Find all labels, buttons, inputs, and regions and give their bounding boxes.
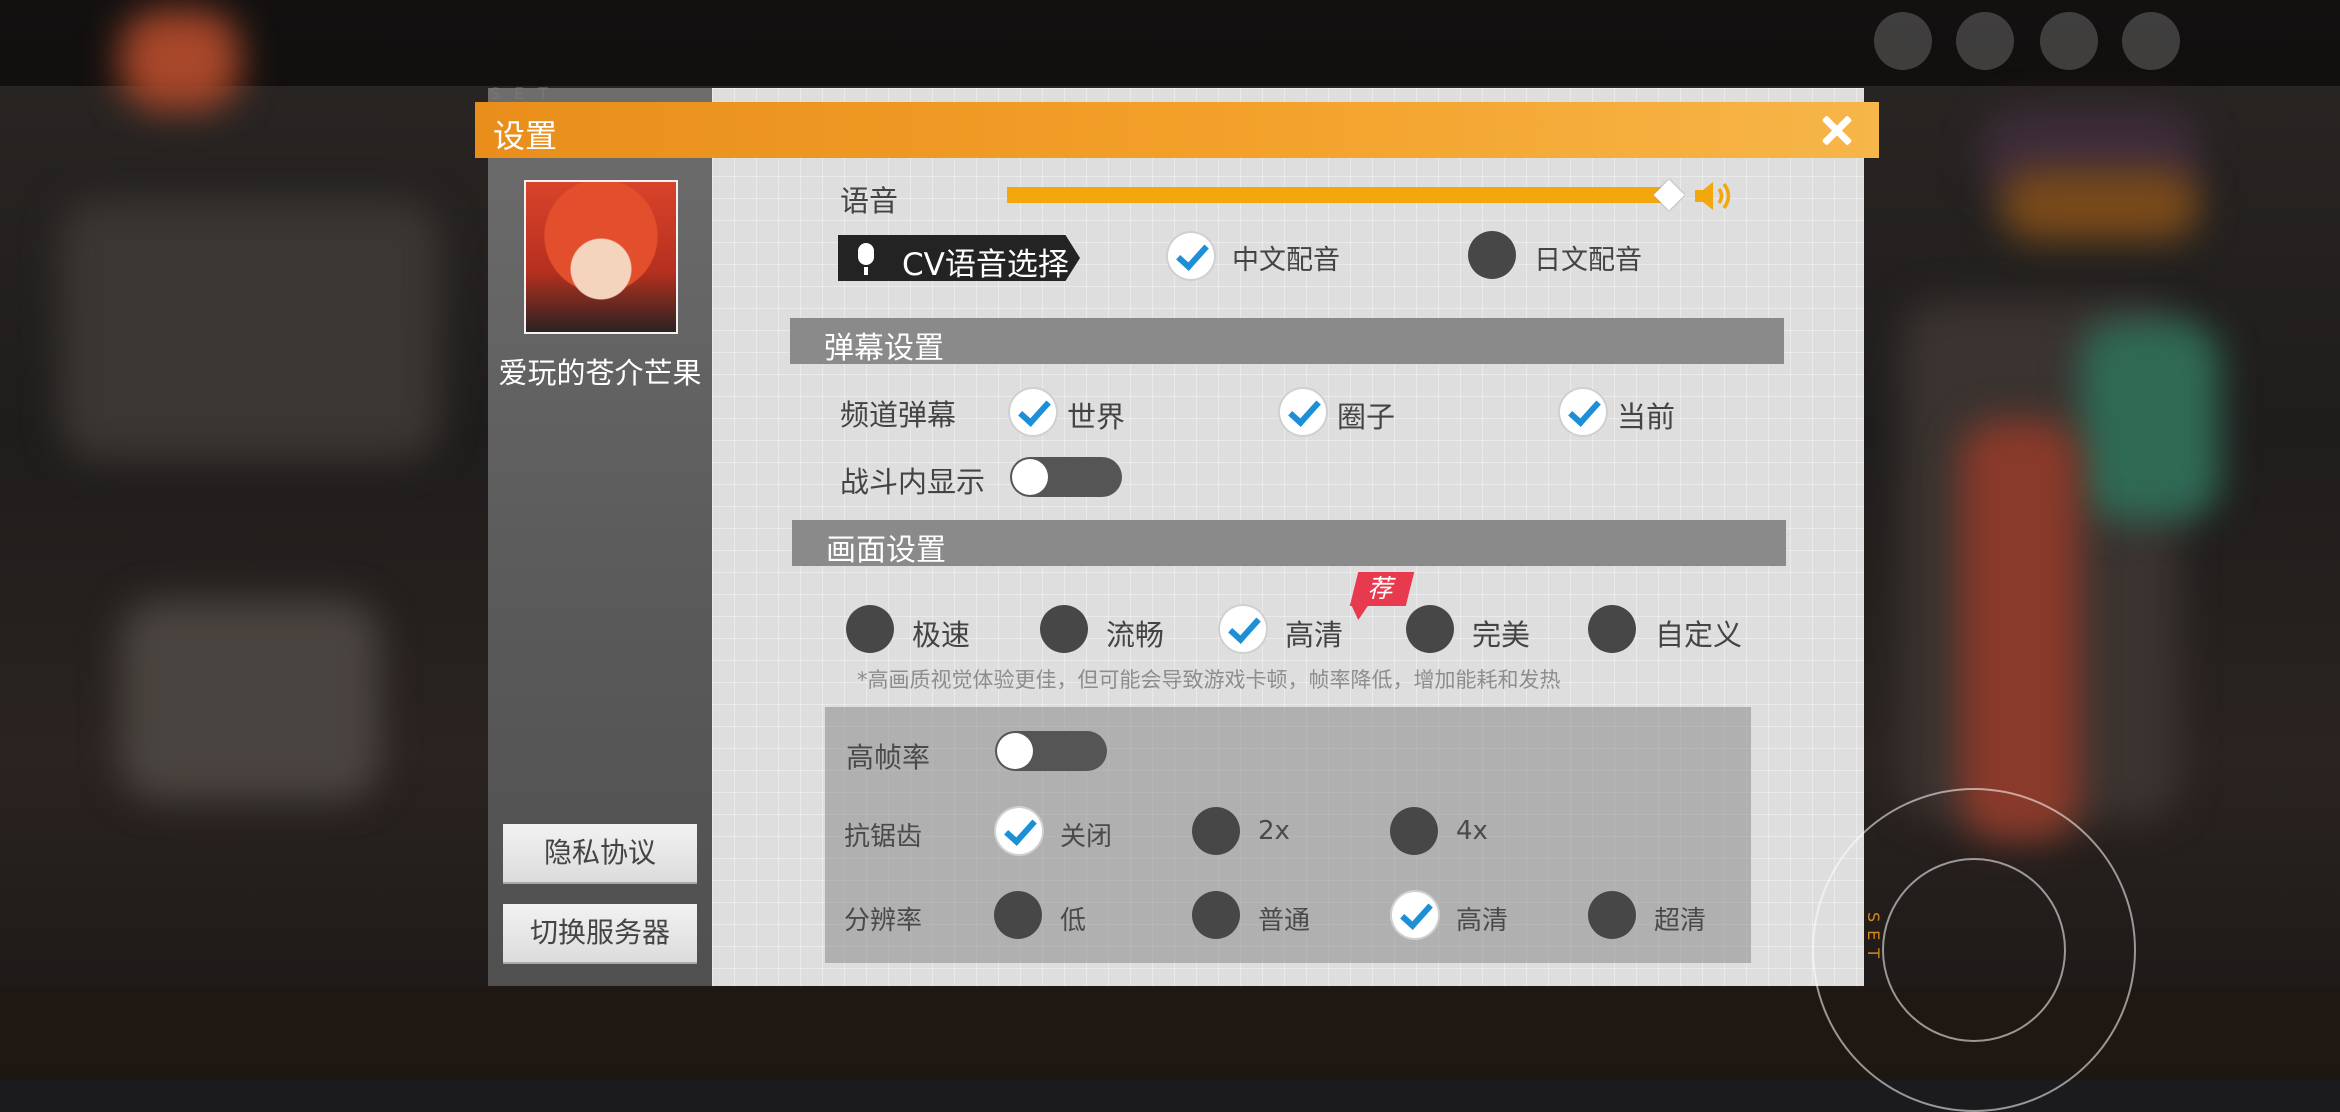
resolution-ultra-radio[interactable] bbox=[1588, 891, 1636, 939]
channel-world-label: 世界 bbox=[1067, 400, 1126, 434]
switch-server-button[interactable]: 切换服务器 bbox=[503, 904, 697, 962]
preset-custom-label: 自定义 bbox=[1655, 618, 1743, 652]
barrage-section-title: 弹幕设置 bbox=[824, 331, 944, 366]
antialias-off-label: 关闭 bbox=[1060, 822, 1113, 852]
preset-hd-label: 高清 bbox=[1285, 618, 1344, 652]
preset-perfect-label: 完美 bbox=[1472, 618, 1531, 652]
voice-option-japanese-label: 日文配音 bbox=[1534, 245, 1642, 276]
background-icon bbox=[2040, 12, 2098, 70]
high-fps-label: 高帧率 bbox=[846, 741, 931, 774]
preset-perfect-radio[interactable] bbox=[1406, 605, 1454, 653]
channel-current-checkbox[interactable] bbox=[1560, 389, 1606, 435]
channel-circle-checkbox[interactable] bbox=[1280, 389, 1326, 435]
set-watermark-vertical: SET bbox=[1864, 912, 1883, 967]
barrage-section-header: 弹幕设置 bbox=[790, 318, 1784, 366]
graphics-section-header: 画面设置 bbox=[792, 520, 1786, 568]
background-icon bbox=[2122, 12, 2180, 70]
background-blob bbox=[2080, 320, 2220, 520]
player-name: 爱玩的苍介芒果 bbox=[498, 356, 702, 390]
channel-world-checkbox[interactable] bbox=[1010, 389, 1056, 435]
avatar[interactable] bbox=[524, 180, 678, 334]
preset-custom-radio[interactable] bbox=[1588, 605, 1636, 653]
in-battle-display-label: 战斗内显示 bbox=[840, 465, 986, 499]
cv-voice-select-label: CV语音选择 bbox=[902, 247, 1069, 283]
voice-option-japanese-radio[interactable] bbox=[1468, 231, 1516, 279]
antialias-2x-radio[interactable] bbox=[1192, 807, 1240, 855]
preset-speed-radio[interactable] bbox=[846, 605, 894, 653]
resolution-normal-label: 普通 bbox=[1258, 906, 1311, 936]
close-icon[interactable] bbox=[1813, 106, 1861, 154]
preset-smooth-label: 流畅 bbox=[1106, 618, 1165, 652]
channel-current-label: 当前 bbox=[1617, 400, 1676, 434]
background-blob bbox=[2000, 170, 2200, 240]
dialog-sidebar: 爱玩的苍介芒果 隐私协议 切换服务器 bbox=[488, 88, 712, 986]
set-watermark: SET bbox=[490, 84, 563, 103]
voice-label: 语音 bbox=[840, 184, 899, 218]
resolution-normal-radio[interactable] bbox=[1192, 891, 1240, 939]
voice-volume-slider[interactable] bbox=[1007, 187, 1670, 203]
resolution-label: 分辨率 bbox=[844, 906, 923, 936]
preset-speed-label: 极速 bbox=[912, 618, 971, 652]
antialias-2x-label: 2x bbox=[1258, 816, 1290, 846]
graphics-note: *高画质视觉体验更佳，但可能会导致游戏卡顿，帧率降低，增加能耗和发热 bbox=[857, 668, 1561, 692]
resolution-ultra-label: 超清 bbox=[1654, 906, 1707, 936]
resolution-low-label: 低 bbox=[1060, 906, 1087, 936]
channel-barrage-label: 频道弹幕 bbox=[840, 398, 957, 432]
resolution-low-radio[interactable] bbox=[994, 891, 1042, 939]
privacy-button[interactable]: 隐私协议 bbox=[503, 824, 697, 882]
recommended-badge: 荐 bbox=[1349, 572, 1415, 606]
background-blob bbox=[1960, 420, 2080, 840]
background-blob bbox=[120, 600, 380, 800]
background-blob bbox=[120, 10, 240, 110]
background-icon bbox=[1956, 12, 2014, 70]
resolution-hd-label: 高清 bbox=[1456, 906, 1509, 936]
speaker-icon[interactable] bbox=[1693, 178, 1737, 214]
channel-circle-label: 圈子 bbox=[1337, 400, 1396, 434]
background-blob bbox=[60, 200, 440, 460]
dialog-title: 设置 bbox=[493, 117, 558, 155]
resolution-hd-radio[interactable] bbox=[1392, 892, 1438, 938]
cv-voice-select-tag: CV语音选择 bbox=[838, 235, 1080, 281]
voice-option-chinese-radio[interactable] bbox=[1168, 233, 1214, 279]
in-battle-display-toggle[interactable] bbox=[1010, 457, 1122, 497]
decorative-dial bbox=[1882, 858, 2066, 1042]
antialias-4x-label: 4x bbox=[1456, 816, 1488, 846]
background-icon bbox=[1874, 12, 1932, 70]
voice-option-chinese-label: 中文配音 bbox=[1232, 245, 1340, 276]
antialias-4x-radio[interactable] bbox=[1390, 807, 1438, 855]
graphics-section-title: 画面设置 bbox=[826, 533, 946, 568]
antialias-off-radio[interactable] bbox=[996, 808, 1042, 854]
antialias-label: 抗锯齿 bbox=[844, 822, 923, 852]
high-fps-toggle[interactable] bbox=[995, 731, 1107, 771]
dialog-title-bar: 设置 bbox=[475, 102, 1879, 158]
preset-smooth-radio[interactable] bbox=[1040, 605, 1088, 653]
microphone-icon bbox=[858, 243, 874, 265]
preset-hd-radio[interactable] bbox=[1220, 606, 1266, 652]
